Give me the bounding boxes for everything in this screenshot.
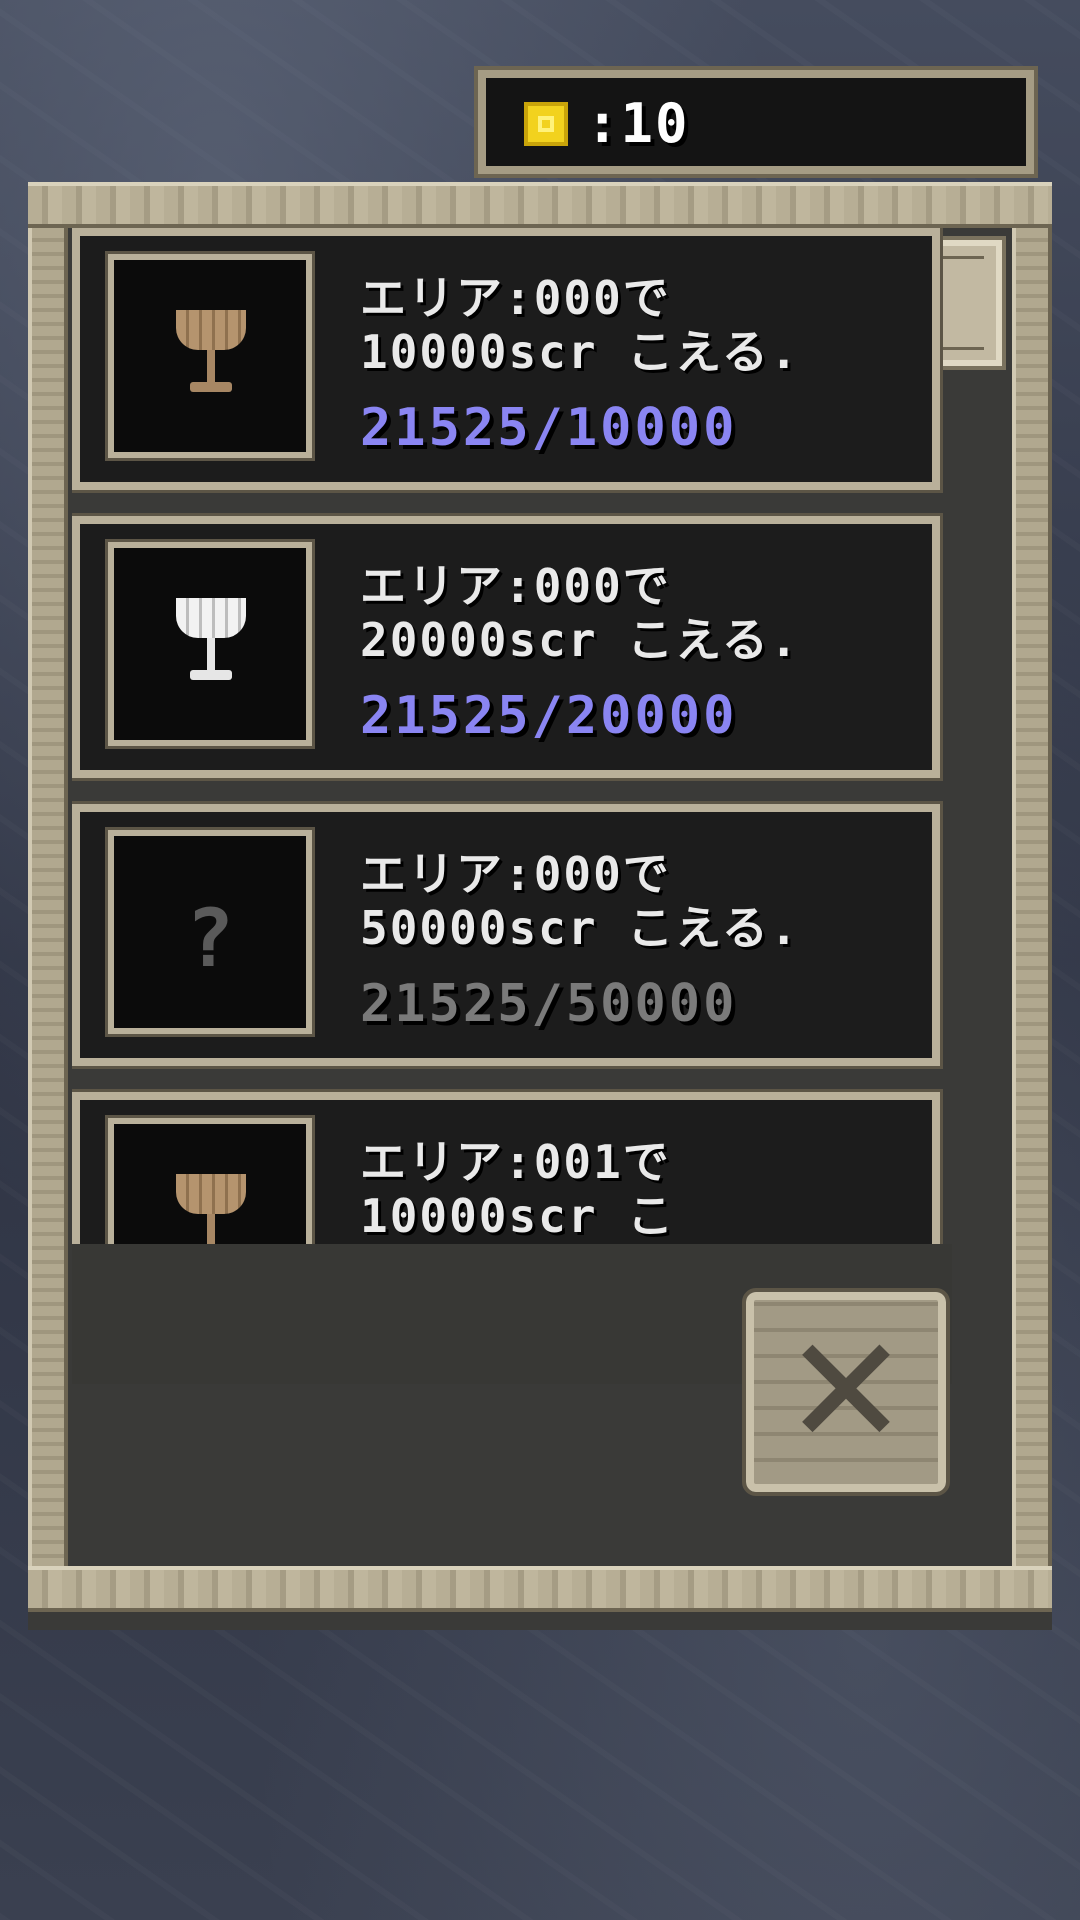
- close-button[interactable]: ✕: [742, 1288, 950, 1496]
- achievement-progress: 21525/10000: [360, 398, 738, 458]
- bronze-trophy-icon: [176, 1174, 246, 1244]
- coin-icon: [524, 102, 568, 146]
- achievement-icon-frame: [105, 539, 315, 749]
- achievement-progress: 21525/50000: [360, 974, 738, 1034]
- panel-frame-top: [28, 182, 1052, 228]
- achievement-goal: 50000scr こえる.: [360, 901, 800, 955]
- panel-frame-left: [28, 228, 68, 1566]
- achievement-icon-frame: ?: [105, 827, 315, 1037]
- silver-trophy-icon: [176, 598, 246, 688]
- coin-count: :10: [586, 92, 690, 155]
- achievement-goal: 10000scr こ: [360, 1189, 676, 1243]
- bronze-trophy-icon: [176, 310, 246, 400]
- achievement-goal: 20000scr こえる.: [360, 613, 800, 667]
- achievement-card[interactable]: エリア:001で 10000scr こ: [72, 1089, 943, 1244]
- achievement-icon-frame: [105, 1115, 315, 1244]
- achievement-progress: 21525/20000: [360, 686, 738, 746]
- coin-counter: :10: [474, 66, 1038, 178]
- question-mark-icon: ?: [185, 892, 235, 985]
- close-icon: ✕: [783, 1305, 909, 1479]
- achievement-card[interactable]: ? エリア:000で 50000scr こえる. 21525/50000: [72, 801, 943, 1069]
- panel-frame-bottom: [28, 1566, 1052, 1612]
- panel-frame-right: [1012, 228, 1052, 1566]
- achievement-icon-frame: [105, 251, 315, 461]
- achievement-list[interactable]: エリア:000で 10000scr こえる. 21525/10000 エリア:0…: [72, 228, 952, 1244]
- achievement-card[interactable]: エリア:000で 10000scr こえる. 21525/10000: [72, 228, 943, 493]
- achievement-card[interactable]: エリア:000で 20000scr こえる. 21525/20000: [72, 513, 943, 781]
- achievement-goal: 10000scr こえる.: [360, 325, 800, 379]
